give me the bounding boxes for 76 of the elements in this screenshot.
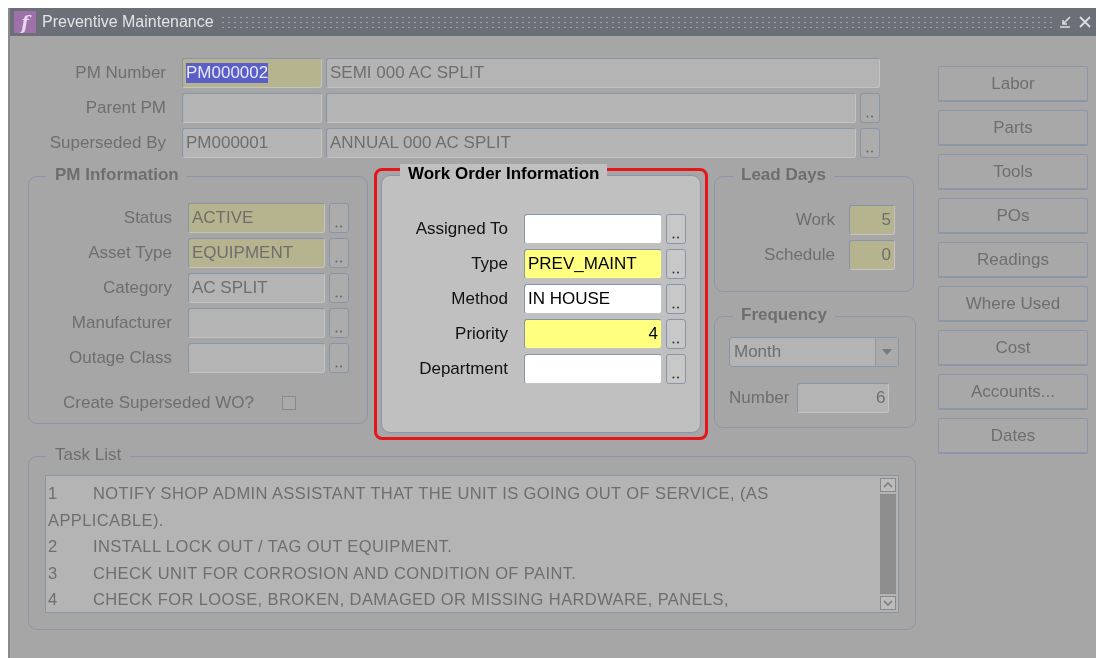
field-label: Number xyxy=(729,388,790,408)
input-field[interactable] xyxy=(524,214,662,244)
lookup-button[interactable] xyxy=(666,319,686,349)
input-field[interactable]: PREV_MAINT xyxy=(524,249,662,279)
code-field[interactable] xyxy=(182,93,322,123)
lookup-button[interactable] xyxy=(666,354,686,384)
field-label: Asset Type xyxy=(87,243,173,263)
scroll-up-icon[interactable] xyxy=(880,478,896,492)
input-field[interactable]: ACTIVE xyxy=(188,203,325,233)
panel-title: Lead Days xyxy=(733,165,835,185)
dots-icon xyxy=(335,330,343,333)
field-label: PM Number xyxy=(74,63,167,83)
dots-icon xyxy=(672,376,680,379)
dots-icon xyxy=(335,295,343,298)
lookup-button[interactable] xyxy=(329,238,349,268)
description-field[interactable] xyxy=(326,93,856,123)
task-item: 2 INSTALL LOCK OUT / TAG OUT EQUIPMENT. xyxy=(48,536,454,557)
dots-icon xyxy=(335,260,343,263)
task-item: 1 NOTIFY SHOP ADMIN ASSISTANT THAT THE UNIT IS GOING OUT OF SERVICE, (AS APPLICABLE). xyxy=(48,483,770,531)
description-field[interactable]: SEMI 000 AC SPLIT xyxy=(326,58,880,88)
dots-icon xyxy=(866,115,874,118)
field-label: Parent PM xyxy=(84,98,167,118)
panel-title: Frequency xyxy=(733,305,835,325)
checkbox[interactable] xyxy=(281,396,296,410)
field-label: Manufacturer xyxy=(70,313,173,333)
field-label: Work xyxy=(794,210,835,230)
field-label: Schedule xyxy=(763,245,835,265)
description-field[interactable]: ANNUAL 000 AC SPLIT xyxy=(326,128,856,158)
field-label: Assigned To xyxy=(414,219,509,239)
app-icon: f xyxy=(14,11,36,33)
input-field[interactable]: 0 xyxy=(849,240,895,270)
code-field[interactable]: PM000002 xyxy=(182,58,322,88)
scroll-down-icon[interactable] xyxy=(880,596,896,610)
lookup-button[interactable] xyxy=(666,284,686,314)
dots-icon xyxy=(335,365,343,368)
dropdown-arrow-icon xyxy=(882,349,892,355)
lookup-button[interactable] xyxy=(329,203,349,233)
scrollbar[interactable] xyxy=(878,476,898,612)
lookup-button[interactable] xyxy=(666,249,686,279)
field-label: Status xyxy=(122,208,173,228)
input-field[interactable]: AC SPLIT xyxy=(188,273,325,303)
window-title: Preventive Maintenance xyxy=(42,13,214,31)
lookup-button[interactable] xyxy=(860,93,880,123)
frequency-dropdown[interactable]: Month xyxy=(729,337,899,367)
field-label: Department xyxy=(418,359,509,379)
field-label: Superseded By xyxy=(48,133,167,153)
input-field[interactable]: 5 xyxy=(849,205,895,235)
dots-icon xyxy=(672,271,680,274)
dots-icon xyxy=(866,150,874,153)
field-label: Outage Class xyxy=(68,348,173,368)
lookup-button[interactable] xyxy=(329,343,349,373)
field-label: Method xyxy=(450,289,509,309)
dots-icon xyxy=(672,236,680,239)
dots-icon xyxy=(672,341,680,344)
input-field[interactable]: EQUIPMENT xyxy=(188,238,325,268)
input-field[interactable] xyxy=(524,354,662,384)
field-label: Category xyxy=(102,278,173,298)
input-field[interactable]: 4 xyxy=(524,319,662,349)
lookup-button[interactable] xyxy=(860,128,880,158)
code-field[interactable]: PM000001 xyxy=(182,128,322,158)
input-field[interactable]: IN HOUSE xyxy=(524,284,662,314)
input-field[interactable] xyxy=(188,343,325,373)
close-icon[interactable] xyxy=(1078,15,1092,29)
lookup-button[interactable] xyxy=(329,273,349,303)
input-field[interactable]: 6 xyxy=(797,383,890,413)
lookup-button[interactable] xyxy=(329,308,349,338)
lookup-button[interactable] xyxy=(666,214,686,244)
dots-icon xyxy=(335,225,343,228)
dots-icon xyxy=(672,306,680,309)
checkbox-label: Create Superseded WO? xyxy=(63,393,254,413)
field-label: Priority xyxy=(454,324,509,344)
input-field[interactable] xyxy=(188,308,325,338)
restore-icon[interactable] xyxy=(1058,15,1072,29)
field-label: Type xyxy=(470,254,509,274)
task-item: 3 CHECK UNIT FOR CORROSION AND CONDITION OF PAINT. xyxy=(48,562,578,584)
task-item: 4 CHECK FOR LOOSE, BROKEN, DAMAGED OR MISSING HARDWARE, PANELS, xyxy=(48,589,730,610)
